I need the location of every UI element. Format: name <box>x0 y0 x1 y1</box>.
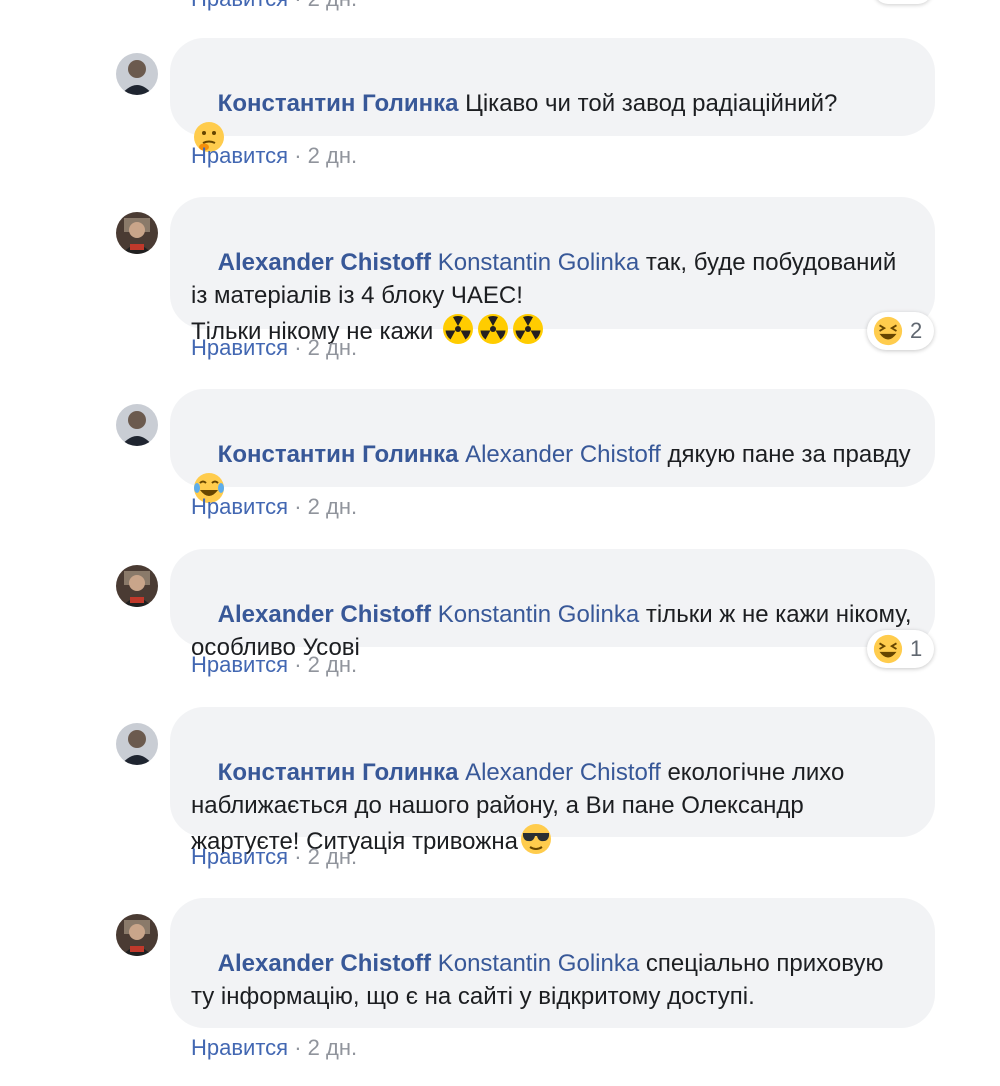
timestamp[interactable]: 2 дн. <box>308 652 357 677</box>
avatar-alexander[interactable] <box>116 565 158 607</box>
like-link[interactable]: Нравится <box>191 1035 288 1060</box>
comment-bubble: Константин Голинка Alexander Chistoff ек… <box>170 707 935 855</box>
timestamp[interactable]: 2 дн. <box>308 0 357 11</box>
mention-link[interactable]: Alexander Chistoff <box>465 441 661 468</box>
avatar-alexander[interactable] <box>116 914 158 956</box>
reaction-pill[interactable]: 2 <box>867 312 934 350</box>
reaction-count: 1 <box>910 636 923 661</box>
avatar-konstantin[interactable] <box>116 723 158 765</box>
comment-author[interactable]: Константин Голинка <box>218 759 459 786</box>
comment-bubble: Константин Голинка Цікаво чи той завод р… <box>170 38 935 152</box>
comment-actions: Нравится · 2 дн. <box>191 335 357 361</box>
separator: · <box>288 844 308 869</box>
avatar-alexander[interactable] <box>116 212 158 254</box>
avatar-konstantin[interactable] <box>116 53 158 95</box>
separator: · <box>288 1035 308 1060</box>
comment-author[interactable]: Alexander Chistoff <box>218 249 431 276</box>
like-link[interactable]: Нравится <box>191 143 288 168</box>
comment-actions-partial: Нравится · 2 дн. <box>191 0 357 12</box>
comment-bubble: Alexander Chistoff Konstantin Golinka сп… <box>170 898 935 1028</box>
comment-author[interactable]: Константин Голинка <box>218 441 459 468</box>
like-link[interactable]: Нравится <box>191 0 288 11</box>
separator: · <box>288 652 308 677</box>
radioactive-emoji <box>478 314 508 344</box>
laughing-squint-emoji <box>873 634 903 664</box>
mention-link[interactable]: Konstantin Golinka <box>438 950 639 977</box>
timestamp[interactable]: 2 дн. <box>308 1035 357 1060</box>
comment-text: дякую пане за правду <box>667 441 911 468</box>
reaction-pill[interactable]: 1 <box>867 630 934 668</box>
comment-actions: Нравится · 2 дн. <box>191 844 357 870</box>
timestamp[interactable]: 2 дн. <box>308 143 357 168</box>
comment-actions: Нравится · 2 дн. <box>191 652 357 678</box>
comment-actions: Нравится · 2 дн. <box>191 143 357 169</box>
radioactive-emoji <box>443 314 473 344</box>
mention-link[interactable]: Konstantin Golinka <box>438 249 639 276</box>
comment-actions: Нравится · 2 дн. <box>191 1035 357 1061</box>
like-link[interactable]: Нравится <box>191 652 288 677</box>
separator: · <box>288 494 308 519</box>
separator: · <box>288 335 308 360</box>
timestamp[interactable]: 2 дн. <box>308 844 357 869</box>
avatar-konstantin[interactable] <box>116 404 158 446</box>
comment-text: Цікаво чи той завод радіаційний? <box>465 90 838 117</box>
timestamp[interactable]: 2 дн. <box>308 335 357 360</box>
sunglasses-emoji <box>520 824 551 854</box>
comment-author[interactable]: Alexander Chistoff <box>218 601 431 628</box>
comment-bubble: Константин Голинка Alexander Chistoff дя… <box>170 389 935 503</box>
like-link[interactable]: Нравится <box>191 844 288 869</box>
like-link[interactable]: Нравится <box>191 335 288 360</box>
laughing-squint-emoji <box>873 316 903 346</box>
mention-link[interactable]: Alexander Chistoff <box>465 759 661 786</box>
separator: · <box>288 143 308 168</box>
comment-author[interactable]: Константин Голинка <box>218 90 459 117</box>
mention-link[interactable]: Konstantin Golinka <box>438 601 639 628</box>
comment-thread: Нравится · 2 дн. Константин Голинка Ціка… <box>0 0 1000 1086</box>
comment-author[interactable]: Alexander Chistoff <box>218 950 431 977</box>
reaction-pill-partial[interactable] <box>874 0 932 4</box>
comment-actions: Нравится · 2 дн. <box>191 494 357 520</box>
comment-bubble: Alexander Chistoff Konstantin Golinka ті… <box>170 549 935 661</box>
timestamp[interactable]: 2 дн. <box>308 494 357 519</box>
reaction-count: 2 <box>910 318 923 343</box>
separator: · <box>288 0 308 11</box>
comment-bubble: Alexander Chistoff Konstantin Golinka та… <box>170 197 935 345</box>
radioactive-emoji <box>513 314 543 344</box>
like-link[interactable]: Нравится <box>191 494 288 519</box>
